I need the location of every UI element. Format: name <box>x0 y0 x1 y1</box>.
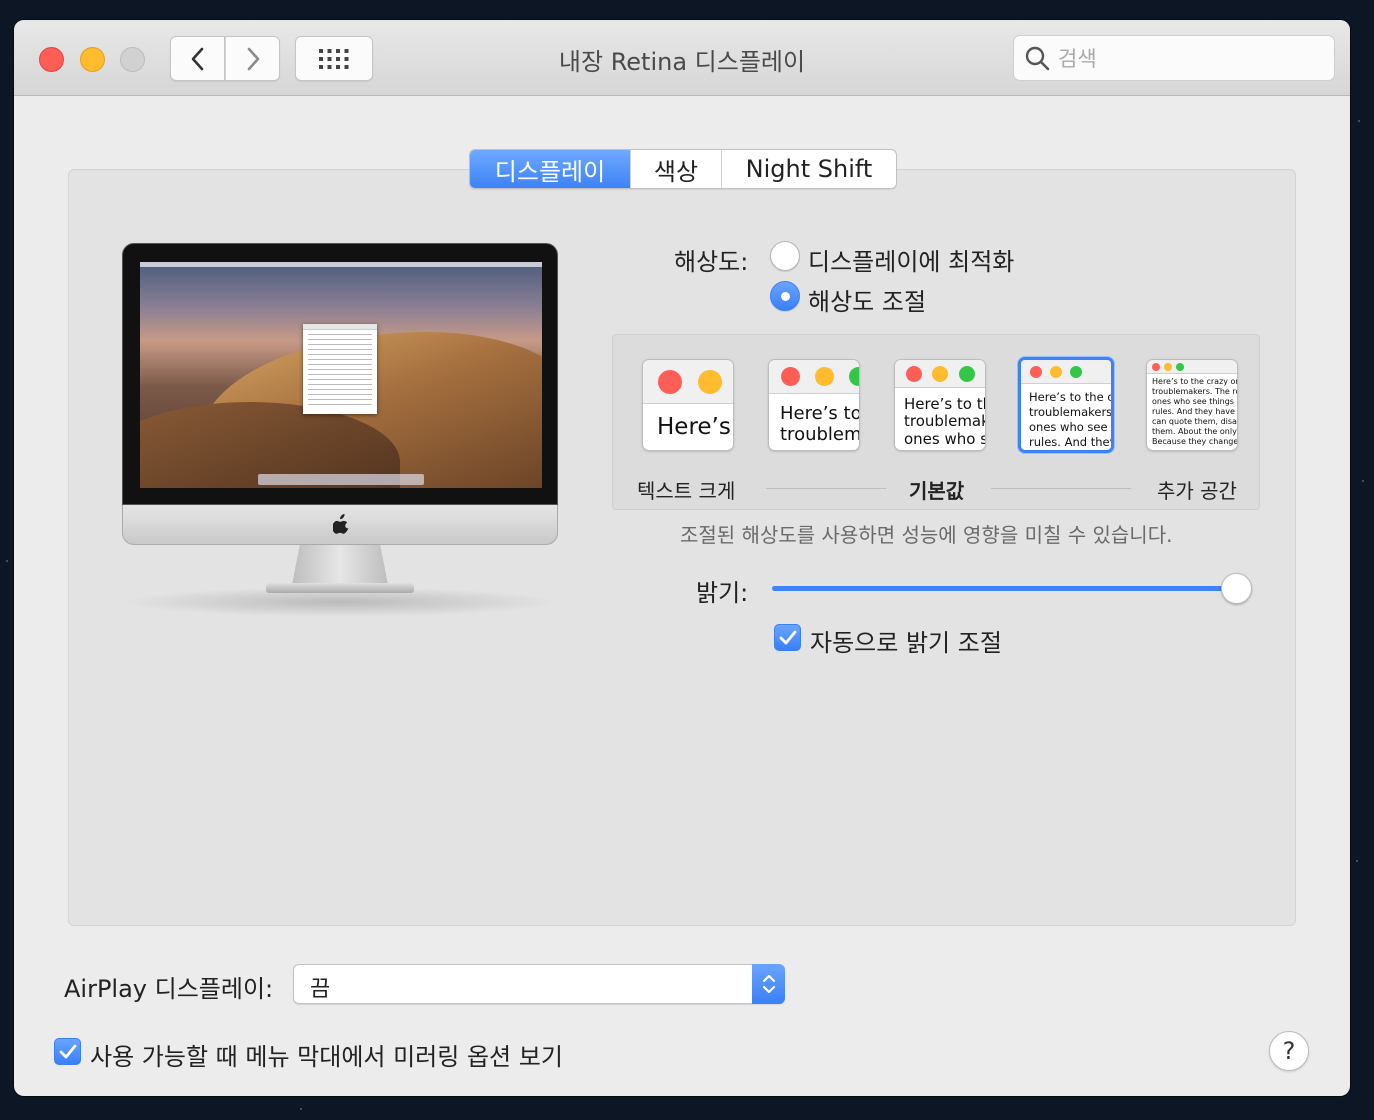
mini-menu-bar <box>140 262 542 267</box>
thumb-zoom-dot <box>959 366 975 382</box>
thumb-zoom-dot <box>1176 363 1184 371</box>
thumb-zoom-dot <box>849 367 859 386</box>
scale-option-3[interactable]: Here’s to th troublemak ones who s <box>894 359 986 451</box>
airplay-select-value: 끔 <box>310 977 331 1002</box>
thumb-sample-text: Here’s to troublem <box>780 404 859 445</box>
mirroring-checkbox[interactable] <box>54 1038 81 1065</box>
thumb-titlebar <box>1021 360 1111 384</box>
radio-optimized[interactable] <box>770 241 800 271</box>
thumb-titlebar <box>895 360 985 388</box>
updown-arrows-icon <box>762 974 775 994</box>
airplay-select[interactable]: 끔 <box>293 964 785 1004</box>
background-star <box>1356 860 1358 862</box>
background-star <box>300 1108 302 1110</box>
thumb-minimize-dot <box>932 366 948 382</box>
airplay-label: AirPlay 디스플레이: <box>64 975 274 1003</box>
radio-optimized-label[interactable]: 디스플레이에 최적화 <box>808 242 1014 277</box>
resolution-label: 해상도: <box>674 248 749 276</box>
search-field[interactable]: 검색 <box>1013 35 1335 81</box>
tab-bar: 디스플레이 색상 Night Shift <box>469 149 897 189</box>
apple-logo-icon <box>333 514 349 534</box>
brightness-label: 밝기: <box>696 579 749 607</box>
imac-stand <box>292 545 388 585</box>
scale-divider-left <box>766 488 886 489</box>
scale-label-more-space: 추가 공간 <box>1157 479 1237 503</box>
imac-screen <box>140 262 542 488</box>
auto-brightness-checkbox[interactable] <box>774 624 801 651</box>
thumb-close-dot <box>781 367 800 386</box>
thumb-close-dot <box>906 366 922 382</box>
thumb-sample-text: Here’s to the crazy one troublemakers. T… <box>1152 377 1237 446</box>
scale-divider-right <box>991 488 1131 489</box>
scale-option-4-selected[interactable]: Here’s to the cr troublemakers. ones who… <box>1018 357 1114 453</box>
radio-scaled-label[interactable]: 해상도 조절 <box>808 282 926 317</box>
thumb-close-dot <box>658 370 682 394</box>
checkmark-icon <box>59 1044 76 1058</box>
help-button[interactable]: ? <box>1269 1031 1309 1071</box>
scale-option-2[interactable]: Here’s to troublem <box>768 359 860 451</box>
thumb-titlebar <box>769 360 859 394</box>
search-icon <box>1025 46 1050 71</box>
thumb-minimize-dot <box>1164 363 1172 371</box>
brightness-slider-knob[interactable] <box>1221 573 1252 604</box>
imac-illustration <box>122 243 558 623</box>
thumb-titlebar <box>643 360 733 404</box>
title-bar: 내장 Retina 디스플레이 검색 <box>14 20 1350 96</box>
thumb-sample-text: Here’s to th troublemak ones who s <box>904 396 985 448</box>
auto-brightness-label[interactable]: 자동으로 밝기 조절 <box>810 623 1002 658</box>
background-star <box>6 560 8 562</box>
scaling-options: Here’s Here’s to troublem Here’s to th t… <box>612 334 1260 510</box>
background-star <box>1362 480 1364 482</box>
thumb-close-dot <box>1152 363 1160 371</box>
thumb-minimize-dot <box>815 367 834 386</box>
thumb-minimize-dot <box>1050 366 1062 378</box>
imac-bezel <box>122 243 558 505</box>
background-star <box>1358 120 1360 122</box>
thumb-titlebar <box>1147 360 1237 374</box>
radio-scaled[interactable] <box>770 281 800 311</box>
thumb-close-dot <box>1030 366 1042 378</box>
scale-option-more-space[interactable]: Here’s to the crazy one troublemakers. T… <box>1146 359 1238 451</box>
tab-night-shift[interactable]: Night Shift <box>721 150 896 188</box>
tab-color[interactable]: 색상 <box>630 150 721 188</box>
performance-note: 조절된 해상도를 사용하면 성능에 영향을 미칠 수 있습니다. <box>680 523 1173 547</box>
thumb-minimize-dot <box>698 370 722 394</box>
brightness-slider-track[interactable] <box>772 586 1250 591</box>
select-arrows <box>752 964 785 1004</box>
imac-chin <box>122 505 558 545</box>
tab-display[interactable]: 디스플레이 <box>470 150 630 188</box>
thumb-sample-text: Here’s <box>657 414 731 440</box>
checkmark-icon <box>779 630 796 644</box>
preferences-window: 내장 Retina 디스플레이 검색 디스플레이 색상 Night Shift <box>14 20 1350 1096</box>
thumb-zoom-dot <box>1070 366 1082 378</box>
scale-option-larger-text[interactable]: Here’s <box>642 359 734 451</box>
mini-document-window <box>303 324 377 414</box>
imac-foot <box>266 583 414 593</box>
thumb-sample-text: Here’s to the cr troublemakers. ones who… <box>1029 390 1111 449</box>
mirroring-label[interactable]: 사용 가능할 때 메뉴 막대에서 미러링 옵션 보기 <box>90 1037 563 1072</box>
scale-label-larger-text: 텍스트 크게 <box>637 479 736 503</box>
scale-label-default: 기본값 <box>909 479 965 503</box>
mini-dock <box>258 474 424 485</box>
search-placeholder: 검색 <box>1058 47 1097 71</box>
